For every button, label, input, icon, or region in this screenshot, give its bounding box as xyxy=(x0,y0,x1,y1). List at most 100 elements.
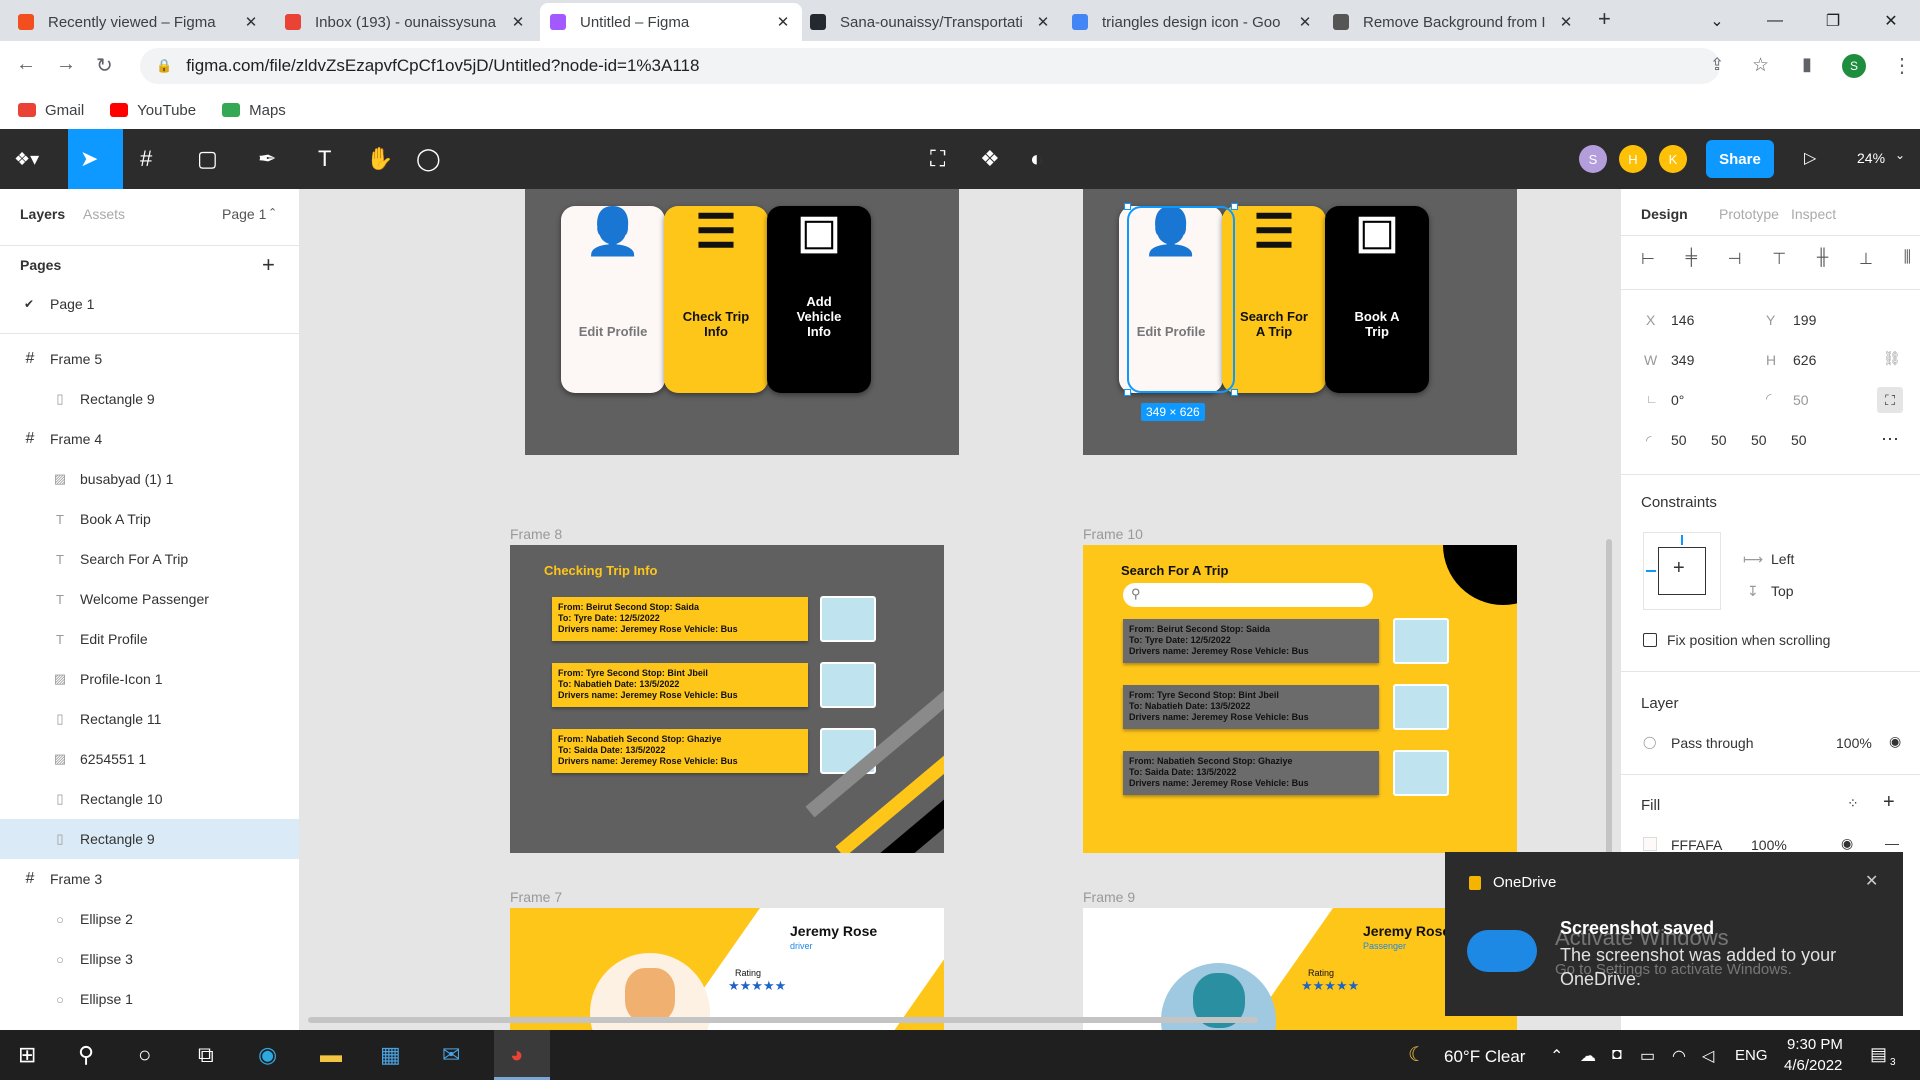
battery-icon[interactable]: ▭ xyxy=(1640,1046,1655,1066)
collaborator-avatar[interactable]: S xyxy=(1579,145,1607,173)
constraint-left[interactable] xyxy=(1646,570,1656,572)
constraint-widget[interactable]: + xyxy=(1643,532,1721,610)
corner-bl-field[interactable]: 50 xyxy=(1791,432,1807,448)
horizontal-scrollbar[interactable] xyxy=(308,1017,1258,1023)
input-language[interactable]: ENG xyxy=(1735,1047,1768,1064)
close-icon[interactable]: ✕ xyxy=(1865,871,1878,891)
frame-8[interactable]: Checking Trip Info From: Beirut Second S… xyxy=(510,545,944,853)
align-right-icon[interactable]: ⊣ xyxy=(1728,249,1742,269)
y-field[interactable]: 199 xyxy=(1793,312,1816,328)
bookmark-maps[interactable]: Maps xyxy=(222,102,286,119)
store-icon[interactable]: ▦ xyxy=(380,1042,401,1068)
omnibox[interactable]: 🔒 figma.com/file/zldvZsEzapvfCpCf1ov5jD/… xyxy=(140,48,1720,84)
independent-corners-icon[interactable]: ⛶ xyxy=(1877,387,1903,413)
add-page-icon[interactable]: + xyxy=(262,252,275,278)
comment-tool-icon[interactable]: ◯ xyxy=(416,147,441,171)
align-middle-icon[interactable]: ╫ xyxy=(1817,249,1828,269)
fill-hex-field[interactable]: FFFAFA xyxy=(1671,837,1722,853)
more-options-icon[interactable]: ⋯ xyxy=(1881,429,1899,450)
eye-icon[interactable]: ◉ xyxy=(1841,835,1853,852)
onedrive-notification[interactable]: OneDrive ✕ Screenshot saved The screensh… xyxy=(1445,852,1903,1016)
new-tab-button[interactable]: + xyxy=(1598,6,1611,32)
close-tab-icon[interactable]: ✕ xyxy=(242,13,260,31)
move-tool[interactable]: ➤ xyxy=(68,129,123,189)
frame-10[interactable]: Search For A Trip ⚲ From: Beirut Second … xyxy=(1083,545,1517,853)
trip-row[interactable]: From: Beirut Second Stop: Saida To: Tyre … xyxy=(552,597,808,641)
tab-search-icon[interactable]: ⌄ xyxy=(1688,0,1746,41)
browser-tab[interactable]: Sana-ounaissy/Transportati ✕ xyxy=(800,3,1062,41)
fix-position-checkbox[interactable] xyxy=(1643,633,1657,647)
share-page-icon[interactable]: ⇪ xyxy=(1710,55,1724,75)
close-tab-icon[interactable]: ✕ xyxy=(774,13,792,31)
restore-icon[interactable]: ❐ xyxy=(1804,0,1862,41)
tab-design[interactable]: Design xyxy=(1641,206,1688,222)
distribute-icon[interactable]: ⫼ xyxy=(1904,249,1911,269)
trip-row[interactable]: From: Tyre Second Stop: Bint Jbeil To: Na… xyxy=(1123,685,1379,729)
layer-item[interactable]: T Book A Trip xyxy=(0,499,299,539)
collaborator-avatar[interactable]: H xyxy=(1619,145,1647,173)
mask-icon[interactable]: ◐ xyxy=(1030,147,1043,171)
frame-label[interactable]: Frame 10 xyxy=(1083,526,1143,542)
frame-4[interactable]: 👤 Edit Profile ☰ Search For A Trip ▣ Book A T… xyxy=(1083,189,1517,455)
shape-tool-icon[interactable]: ▢ xyxy=(197,147,218,171)
tab-prototype[interactable]: Prototype xyxy=(1719,206,1779,222)
rotation-field[interactable]: 0° xyxy=(1671,392,1684,408)
browser-menu-icon[interactable]: ⋮ xyxy=(1892,53,1912,78)
forward-icon[interactable]: → xyxy=(56,53,76,76)
layer-item[interactable]: ▨ Profile-Icon 1 xyxy=(0,659,299,699)
reload-icon[interactable]: ↻ xyxy=(96,53,113,78)
clock-date[interactable]: 4/6/2022 xyxy=(1784,1057,1842,1074)
frame-label[interactable]: Frame 8 xyxy=(510,526,562,542)
page-select[interactable]: Page 1 xyxy=(222,206,266,222)
bookmark-star-icon[interactable]: ☆ xyxy=(1752,54,1769,77)
browser-tab[interactable]: Remove Background from I ✕ xyxy=(1323,3,1585,41)
constraint-vertical-select[interactable]: Top xyxy=(1771,583,1794,599)
back-icon[interactable]: ← xyxy=(16,53,36,76)
close-tab-icon[interactable]: ✕ xyxy=(509,13,527,31)
design-canvas[interactable]: 👤 Edit Profile ☰ Check Trip Info ▣ Add Vehicl… xyxy=(300,189,1620,1030)
component-icon[interactable]: ❖ xyxy=(980,147,1000,171)
layer-item[interactable]: ▯ Rectangle 9 xyxy=(0,379,299,419)
corner-radius-field[interactable]: 50 xyxy=(1793,392,1809,408)
network-cloud-icon[interactable]: ☁ xyxy=(1580,1046,1596,1066)
layer-item[interactable]: T Welcome Passenger xyxy=(0,579,299,619)
tray-chevron-icon[interactable]: ⌃ xyxy=(1550,1046,1563,1066)
constraint-horizontal-select[interactable]: Left xyxy=(1771,551,1794,567)
pen-tool-icon[interactable]: ✒ xyxy=(258,147,276,171)
resize-handle[interactable] xyxy=(1124,203,1131,210)
present-icon[interactable]: ▷ xyxy=(1804,147,1816,171)
align-top-icon[interactable]: ⊤ xyxy=(1772,249,1786,269)
constraint-top[interactable] xyxy=(1681,535,1683,545)
menu-card[interactable]: 👤 Edit Profile xyxy=(561,206,665,393)
trip-row[interactable]: From: Nabatieh Second Stop: Ghaziye To: S… xyxy=(552,729,808,773)
align-bottom-icon[interactable]: ⊥ xyxy=(1859,249,1873,269)
close-tab-icon[interactable]: ✕ xyxy=(1296,13,1314,31)
width-field[interactable]: 349 xyxy=(1671,352,1694,368)
camera-icon[interactable]: ◘ xyxy=(1612,1046,1622,1064)
layer-item[interactable]: ▨ busabyad (1) 1 xyxy=(0,459,299,499)
menu-card[interactable]: ☰ Search For A Trip xyxy=(1222,206,1326,393)
fill-swatch[interactable] xyxy=(1643,837,1657,851)
align-center-icon[interactable]: ╪ xyxy=(1686,249,1697,269)
chrome-taskbar-button[interactable]: ◕ xyxy=(494,1030,550,1080)
align-left-icon[interactable]: ⊢ xyxy=(1641,249,1655,269)
side-panel-icon[interactable]: ▮ xyxy=(1802,54,1812,75)
text-tool-icon[interactable]: T xyxy=(318,147,331,171)
frame-label[interactable]: Frame 9 xyxy=(1083,889,1135,905)
layer-frame[interactable]: # Frame 5 xyxy=(0,339,299,379)
layer-item[interactable]: ▯ Rectangle 11 xyxy=(0,699,299,739)
trip-row[interactable]: From: Tyre Second Stop: Bint Jbeil To: Na… xyxy=(552,663,808,707)
search-input[interactable]: ⚲ xyxy=(1123,583,1373,607)
edge-icon[interactable]: ◉ xyxy=(258,1042,277,1068)
resize-handle[interactable] xyxy=(1231,389,1238,396)
hand-tool-icon[interactable]: ✋ xyxy=(366,147,393,171)
layer-item[interactable]: ○ Ellipse 3 xyxy=(0,939,299,979)
fill-opacity-field[interactable]: 100% xyxy=(1751,837,1787,853)
cortana-icon[interactable]: ○ xyxy=(138,1042,151,1068)
layer-item[interactable]: T Edit Profile xyxy=(0,619,299,659)
frame-7[interactable]: Jeremy Rose driver Rating ★★★★★ xyxy=(510,908,944,1030)
trip-row[interactable]: From: Beirut Second Stop: Saida To: Tyre … xyxy=(1123,619,1379,663)
menu-card[interactable]: ▣ Book A Trip xyxy=(1325,206,1429,393)
x-field[interactable]: 146 xyxy=(1671,312,1694,328)
mail-icon[interactable]: ✉ xyxy=(442,1042,460,1068)
